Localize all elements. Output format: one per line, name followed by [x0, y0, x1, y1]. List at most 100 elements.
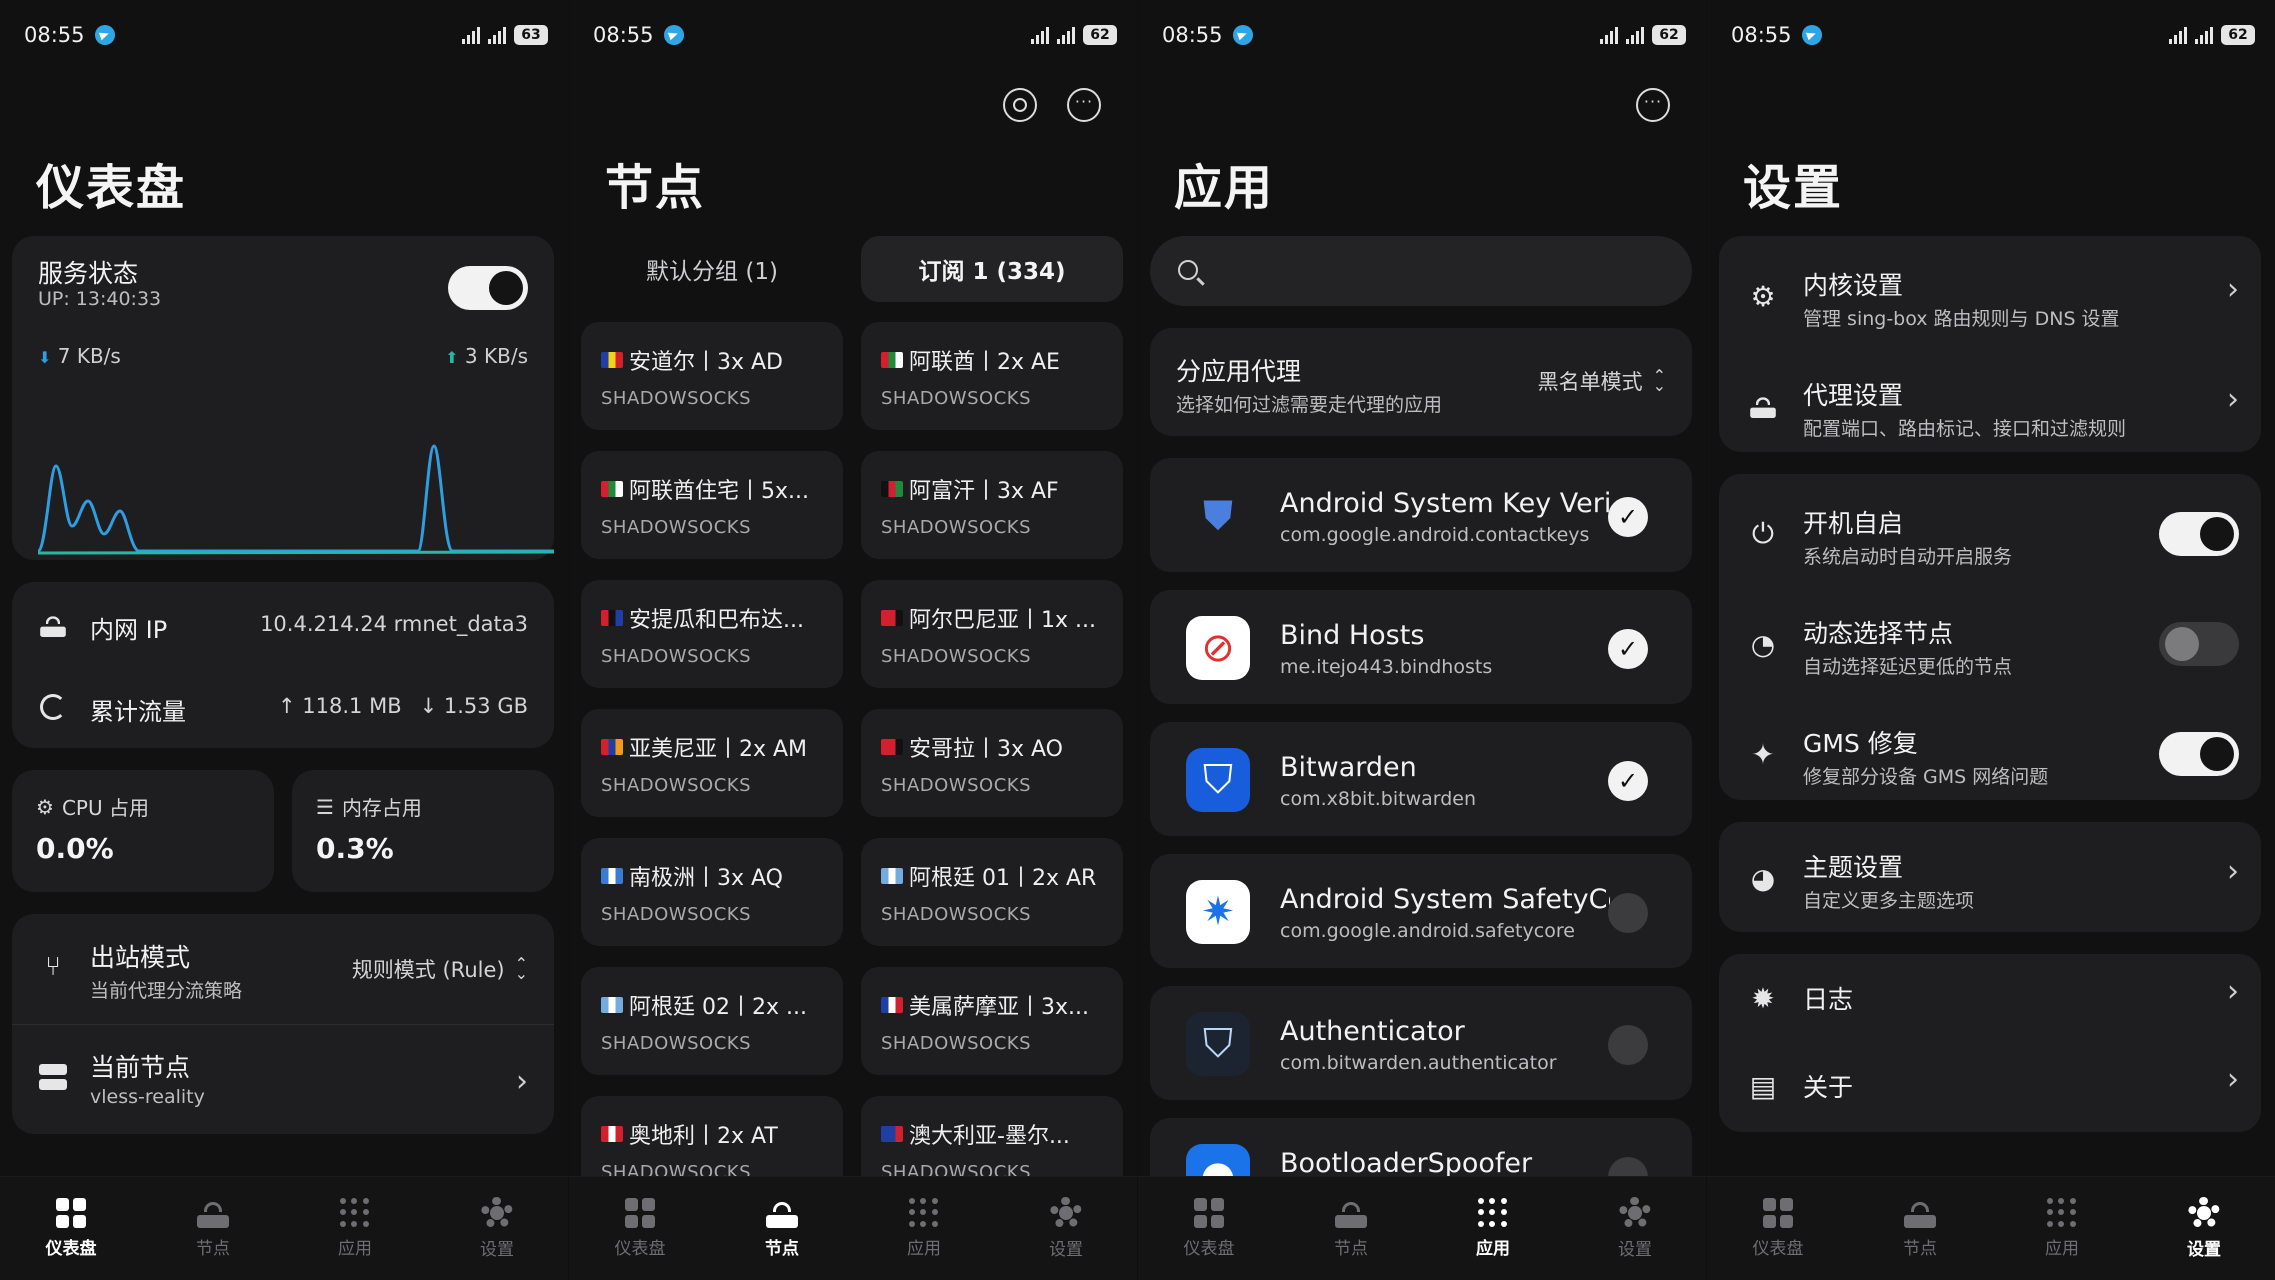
misc-settings-card: ✹ 日志 › ▤ 关于 › [1719, 954, 2261, 1132]
dynamic-node-toggle[interactable] [2159, 622, 2239, 666]
flag-icon [601, 352, 623, 368]
nav-settings[interactable]: 设置 [1575, 1197, 1695, 1260]
app-package: me.itejo443.bindhosts [1280, 656, 1493, 678]
more-options-button[interactable]: ··· [1636, 88, 1670, 122]
node-card[interactable]: 阿富汗丨3x AF SHADOWSOCKS [861, 451, 1123, 559]
app-row[interactable]: ⛊ Android System Key Verif com.google.andr… [1150, 458, 1692, 572]
app-checkbox-checked[interactable]: ✓ [1608, 629, 1648, 669]
node-card[interactable]: 南极洲丨3x AQ SHADOWSOCKS [581, 838, 843, 946]
nav-dashboard[interactable]: 仪表盘 [1718, 1198, 1838, 1259]
flag-icon [601, 1126, 623, 1142]
node-protocol: SHADOWSOCKS [881, 517, 1031, 538]
router-icon [196, 1198, 230, 1228]
bottom-nav: 仪表盘 节点 应用 设置 [569, 1176, 1137, 1280]
chevron-right-icon: › [2227, 1062, 2239, 1097]
app-checkbox-unchecked[interactable] [1608, 893, 1648, 933]
kernel-settings-row[interactable]: ⚙ 内核设置 管理 sing-box 路由规则与 DNS 设置 › [1719, 248, 2261, 344]
nav-settings[interactable]: 设置 [437, 1197, 557, 1260]
memory-icon: ☰ [316, 794, 334, 819]
nav-nodes[interactable]: 节点 [722, 1198, 842, 1259]
per-app-title: 分应用代理 [1176, 357, 1302, 386]
node-name-text: 阿联酋丨2x AE [909, 350, 1060, 375]
divider [12, 1024, 554, 1025]
nav-apps[interactable]: 应用 [295, 1198, 415, 1259]
upload-speed-value: 3 KB/s [464, 344, 528, 368]
more-options-button[interactable]: ··· [1067, 88, 1101, 122]
proxy-settings-row[interactable]: 代理设置 配置端口、路由标记、接口和过滤规则 › [1719, 358, 2261, 454]
more-dots-icon: ··· [1074, 92, 1094, 111]
node-name: 安提瓜和巴布达... [601, 602, 823, 634]
logs-row[interactable]: ✹ 日志 › [1719, 954, 2261, 1042]
flag-icon [881, 868, 903, 884]
node-card[interactable]: 亚美尼亚丨2x AM SHADOWSOCKS [581, 709, 843, 817]
behavior-settings-card: ⏻ 开机自启 系统启动时自动开启服务 ◔ 动态选择节点 自动选择延迟更低的节点 ✦ … [1719, 474, 2261, 800]
current-node-row[interactable]: 当前节点 vless-reality [90, 1048, 205, 1108]
nav-apps[interactable]: 应用 [2002, 1198, 2122, 1259]
upload-speed: ⬆ 3 KB/s [445, 344, 528, 368]
service-toggle[interactable] [448, 266, 528, 310]
traffic-chart [38, 444, 554, 555]
clock: 08:55 [1731, 23, 1792, 47]
tab-default-group[interactable]: 默认分组 (1) [581, 236, 843, 302]
about-row[interactable]: ▤ 关于 › [1719, 1044, 2261, 1132]
node-card[interactable]: 阿尔巴尼亚丨1x ... SHADOWSOCKS [861, 580, 1123, 688]
filter-mode-value: 黑名单模式 [1537, 370, 1643, 394]
autostart-toggle[interactable] [2159, 512, 2239, 556]
tab-subscription-1[interactable]: 订阅 1 (334) [861, 236, 1123, 302]
node-name: 南极洲丨3x AQ [601, 860, 823, 892]
node-card[interactable]: 阿联酋住宅丨5x... SHADOWSOCKS [581, 451, 843, 559]
latency-test-button[interactable] [1003, 88, 1037, 122]
apps-icon [340, 1198, 370, 1228]
node-card[interactable]: 安道尔丨3x AD SHADOWSOCKS [581, 322, 843, 430]
node-card[interactable]: 美属萨摩亚丨3x... SHADOWSOCKS [861, 967, 1123, 1075]
node-card[interactable]: 阿联酋丨2x AE SHADOWSOCKS [861, 322, 1123, 430]
app-name: BootloaderSpoofer [1280, 1148, 1533, 1179]
flag-icon [881, 739, 903, 755]
telegram-icon [1801, 25, 1822, 45]
nav-dashboard[interactable]: 仪表盘 [580, 1198, 700, 1259]
search-input[interactable] [1150, 236, 1692, 306]
node-card[interactable]: 安哥拉丨3x AO SHADOWSOCKS [861, 709, 1123, 817]
node-protocol: SHADOWSOCKS [601, 775, 751, 796]
nav-nodes[interactable]: 节点 [1860, 1198, 1980, 1259]
block-icon: ⊘ [1186, 616, 1250, 680]
current-node-sub: vless-reality [90, 1086, 205, 1108]
app-name: Android System Key Verif [1280, 488, 1610, 519]
app-checkbox-unchecked[interactable] [1608, 1025, 1648, 1065]
gms-fix-toggle[interactable] [2159, 732, 2239, 776]
node-name-text: 阿联酋住宅丨5x... [629, 479, 809, 504]
node-name-text: 安提瓜和巴布达... [629, 608, 804, 633]
router-icon [1903, 1198, 1937, 1228]
nav-settings[interactable]: 设置 [2144, 1197, 2264, 1260]
download-arrow-icon: ⬇ [38, 348, 52, 367]
nav-apps[interactable]: 应用 [1433, 1198, 1553, 1259]
app-row[interactable]: ⊘ Bind Hosts me.itejo443.bindhosts ✓ [1150, 590, 1692, 704]
nav-apps[interactable]: 应用 [864, 1198, 984, 1259]
theme-settings-row[interactable]: ◕ 主题设置 自定义更多主题选项 › [1719, 830, 2261, 926]
app-row[interactable]: ⛉ Authenticator com.bitwarden.authenticato… [1150, 986, 1692, 1100]
chevron-right-icon[interactable]: › [516, 1064, 528, 1099]
router-icon [36, 608, 70, 642]
power-icon: ⏻ [1751, 517, 1775, 550]
lan-ip-value: 10.4.214.24 rmnet_data3 [260, 612, 528, 636]
nav-nodes[interactable]: 节点 [1291, 1198, 1411, 1259]
outbound-mode-select[interactable]: 规则模式 (Rule) ⌃ ⌄ [352, 954, 528, 984]
app-row[interactable]: ✷ Android System SafetyCo com.google.andro… [1150, 854, 1692, 968]
app-row[interactable]: ⛉ Bitwarden com.x8bit.bitwarden ✓ [1150, 722, 1692, 836]
node-card[interactable]: 安提瓜和巴布达... SHADOWSOCKS [581, 580, 843, 688]
download-speed: ⬇ 7 KB/s [38, 344, 121, 368]
app-checkbox-checked[interactable]: ✓ [1608, 497, 1648, 537]
nav-nodes[interactable]: 节点 [153, 1198, 273, 1259]
node-card[interactable]: 阿根廷 01丨2x AR SHADOWSOCKS [861, 838, 1123, 946]
outbound-mode-row[interactable]: 出站模式 当前代理分流策略 [90, 938, 242, 1003]
page-title: 节点 [605, 160, 706, 216]
theme-settings-card: ◕ 主题设置 自定义更多主题选项 › [1719, 822, 2261, 932]
app-checkbox-checked[interactable]: ✓ [1608, 761, 1648, 801]
clock: 08:55 [593, 23, 654, 47]
flag-icon [881, 1126, 903, 1142]
nav-settings[interactable]: 设置 [1006, 1197, 1126, 1260]
nav-dashboard[interactable]: 仪表盘 [1149, 1198, 1269, 1259]
filter-mode-select[interactable]: 黑名单模式 ⌃ ⌄ [1538, 366, 1666, 396]
nav-dashboard[interactable]: 仪表盘 [11, 1198, 131, 1259]
node-card[interactable]: 阿根廷 02丨2x ... SHADOWSOCKS [581, 967, 843, 1075]
